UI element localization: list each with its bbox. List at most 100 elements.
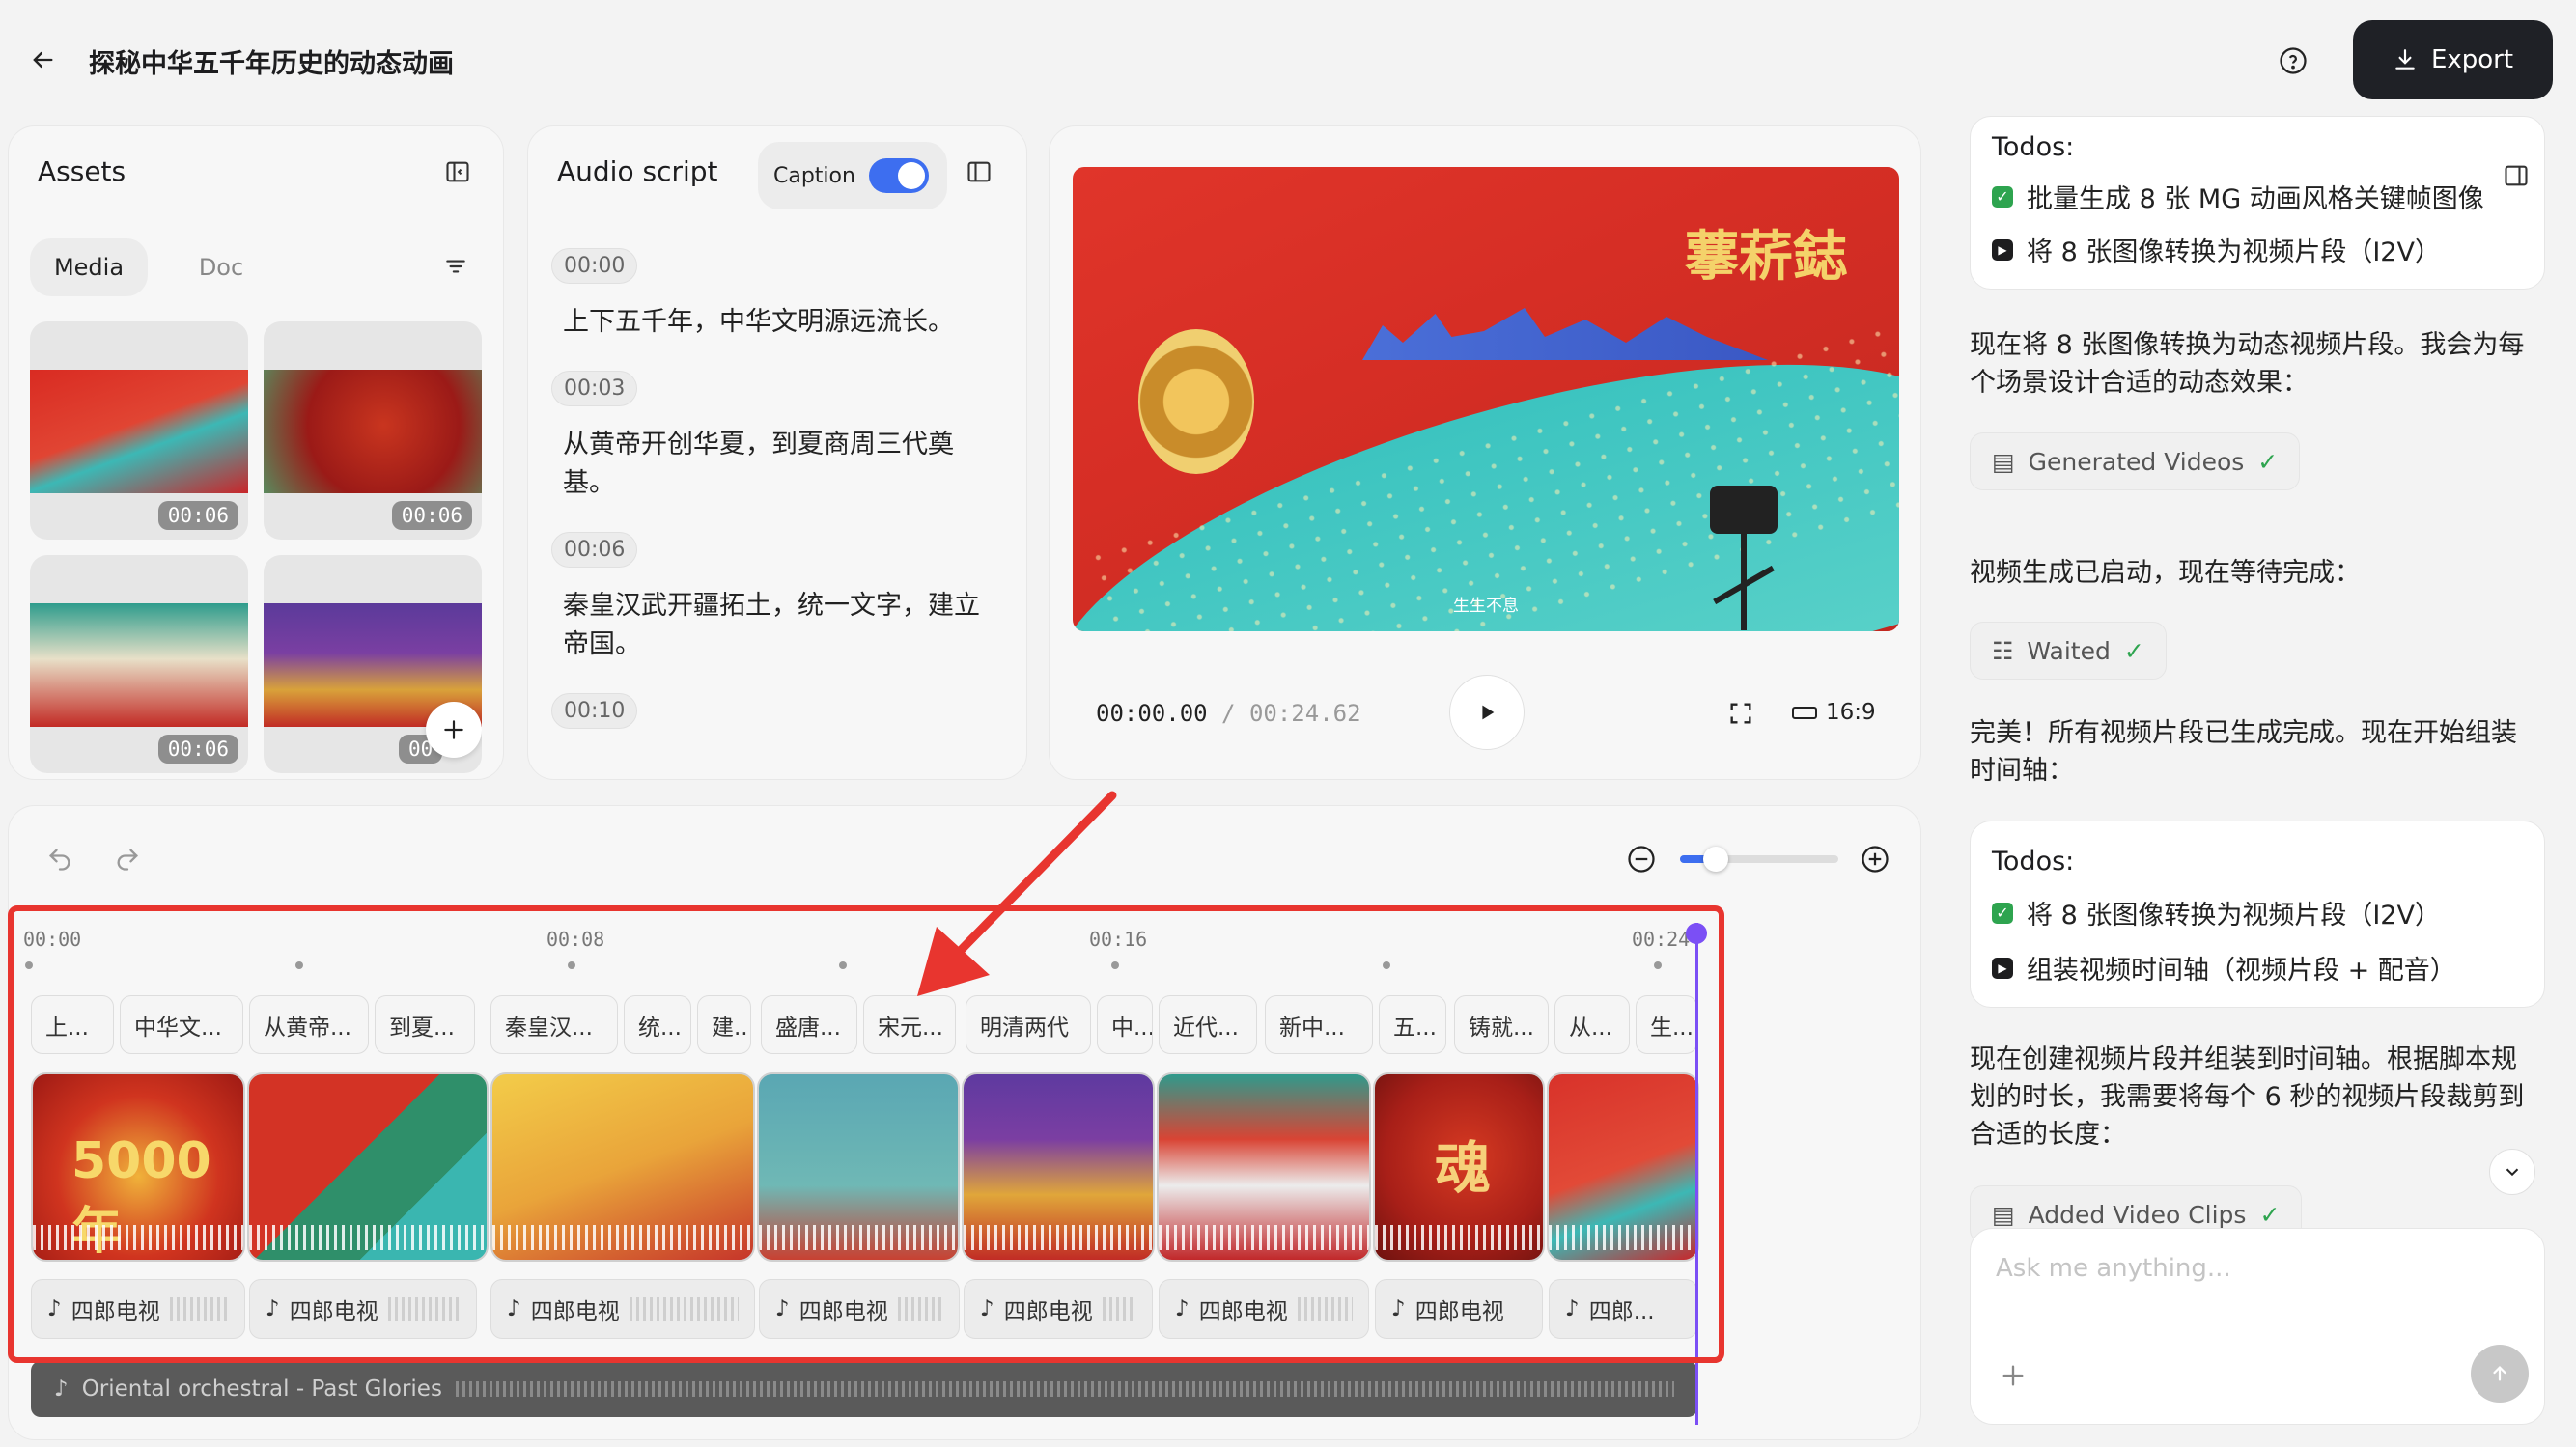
caption-toggle-group: Caption [758,142,947,209]
fullscreen-icon [1730,703,1751,724]
film-icon: ▤ [1992,447,2015,476]
todos-title: Todos: [1992,847,2075,877]
sidebar-collapse-icon [967,161,991,182]
doc-tab-label: Doc [198,254,244,281]
todos-title: Todos: [1992,132,2075,162]
back-button[interactable] [25,42,60,77]
chat-input[interactable]: Ask me anything... [1996,1254,2231,1283]
caption-toggle[interactable] [868,158,929,193]
todo-item: ✓ 将 8 张图像转换为视频片段（I2V） [1992,894,2523,932]
download-icon [2395,49,2415,70]
export-button[interactable]: Export [2353,20,2553,99]
play-button[interactable] [1449,675,1525,750]
assistant-message: 视频生成已启动，现在等待完成： [1970,558,2361,588]
assets-panel: Assets Media Doc 00:06 00:06 00:06 00 [8,125,504,780]
media-tab[interactable]: Media [30,238,148,296]
todos-card-1: Todos: ✓ 批量生成 8 张 MG 动画风格关键帧图像 ▶ 将 8 张图像… [1970,116,2545,290]
zoom-out-icon [1628,846,1655,873]
check-icon: ✓ [1992,185,2013,208]
plus-icon [444,720,463,739]
attach-button[interactable] [1994,1356,2032,1395]
send-button[interactable] [2471,1345,2529,1403]
arrow-left-icon [33,51,53,69]
filter-button[interactable] [441,252,470,281]
add-asset-button[interactable] [426,702,482,758]
todo-text: 将 8 张图像转换为视频片段（I2V） [2027,901,2441,931]
script-timestamp[interactable]: 00:06 [551,532,638,568]
time-display: 00:00.00 / 00:24.62 [1096,700,1361,727]
video-preview[interactable]: 藆菥鋕 生生不息 [1073,167,1899,631]
overlay-caption: 生生不息 [1453,597,1519,616]
todos-card-2: Todos: ✓ 将 8 张图像转换为视频片段（I2V） ▶ 组装视频时间轴（视… [1970,821,2545,1008]
script-timestamp[interactable]: 00:03 [551,371,638,406]
music-note-icon: ♪ [54,1377,69,1402]
overlay-title: 藆菥鋕 [1685,225,1847,289]
todo-item: ▶ 将 8 张图像转换为视频片段（I2V） [1992,231,2523,268]
redo-icon [117,849,138,871]
music-track[interactable]: ♪ Oriental orchestral - Past Glories [31,1361,1697,1417]
pill-label: Waited [2027,636,2111,665]
tool-pill-generated-videos[interactable]: ▤ Generated Videos ✓ [1970,432,2301,490]
time-separator: / [1221,700,1236,727]
assistant-message: 现在将 8 张图像转换为动态视频片段。我会为每个场景设计合适的动态效果： [1970,330,2525,398]
aspect-ratio-label: 16:9 [1826,700,1876,725]
export-label: Export [2430,45,2514,74]
assets-title: Assets [38,155,126,187]
undo-icon [49,849,70,871]
check-icon: ✓ [2257,447,2279,476]
audio-script-title: Audio script [557,155,718,187]
music-track-label: Oriental orchestral - Past Glories [81,1377,442,1402]
script-line[interactable]: 秦皇汉武开疆拓土，统一文字，建立帝国。 [563,587,997,664]
collapse-chat-button[interactable] [2501,160,2532,191]
zoom-in-icon [1862,846,1889,873]
chat-input-box: Ask me anything... [1970,1228,2545,1425]
redo-button[interactable] [110,842,145,877]
sidebar-collapse-icon [2505,165,2528,186]
tool-pill-waited[interactable]: ☷ Waited ✓ [1970,622,2167,680]
arrow-up-icon [2493,1366,2506,1381]
duration-badge: 00:06 [157,735,238,764]
asset-thumb-1[interactable]: 00:06 [30,321,248,540]
total-time: 00:24.62 [1248,700,1361,727]
chevron-down-icon [2506,1168,2519,1177]
zoom-slider-handle[interactable] [1703,847,1728,872]
assistant-message: 现在创建视频片段并组装到时间轴。根据脚本规划的时长，我需要将每个 6 秒的视频片… [1970,1044,2525,1150]
help-button[interactable] [2277,44,2310,77]
zoom-slider[interactable] [1680,847,1838,872]
undo-button[interactable] [42,842,77,877]
script-timestamp[interactable]: 00:00 [551,248,638,284]
question-circle-icon [2280,47,2307,74]
in-progress-icon: ▶ [1992,957,2013,979]
script-line[interactable]: 上下五千年，中华文明源远流长。 [563,303,1009,342]
asset-thumb-2[interactable]: 00:06 [264,321,482,540]
plus-icon [2002,1365,2024,1386]
zoom-out-button[interactable] [1626,844,1657,875]
page-title: 探秘中华五千年历史的动态动画 [89,49,454,79]
collapse-script-button[interactable] [965,157,994,186]
asset-thumb-3[interactable]: 00:06 [30,555,248,773]
todo-text: 批量生成 8 张 MG 动画风格关键帧图像 [2027,184,2484,214]
check-icon: ✓ [1992,902,2013,924]
asset-thumb-4[interactable]: 00 [264,555,482,773]
film-icon: ▤ [1992,1200,2015,1229]
todo-text: 组装视频时间轴（视频片段 + 配音） [2027,956,2456,986]
zoom-in-button[interactable] [1860,844,1890,875]
fullscreen-button[interactable] [1725,698,1756,729]
scroll-down-button[interactable] [2489,1149,2535,1195]
check-icon: ✓ [2259,1200,2281,1229]
collapse-assets-button[interactable] [443,157,472,186]
city-skyline [1362,308,1768,360]
in-progress-icon: ▶ [1992,238,2013,261]
filter-icon [446,260,465,273]
aspect-ratio-button[interactable]: 16:9 [1791,700,1876,725]
todo-text: 将 8 张图像转换为视频片段（I2V） [2027,237,2441,267]
caption-label: Caption [773,163,855,188]
script-line[interactable]: 从黄帝开创华夏，到夏商周三代奠基。 [563,426,968,503]
bronze-disc [1138,329,1254,474]
check-icon: ✓ [2123,636,2144,665]
script-timestamp[interactable]: 00:10 [551,693,638,729]
aspect-ratio-icon [1792,707,1817,719]
doc-tab[interactable]: Doc [173,238,269,296]
duration-badge: 00:06 [157,501,238,530]
todo-item: ✓ 批量生成 8 张 MG 动画风格关键帧图像 [1992,178,2523,215]
